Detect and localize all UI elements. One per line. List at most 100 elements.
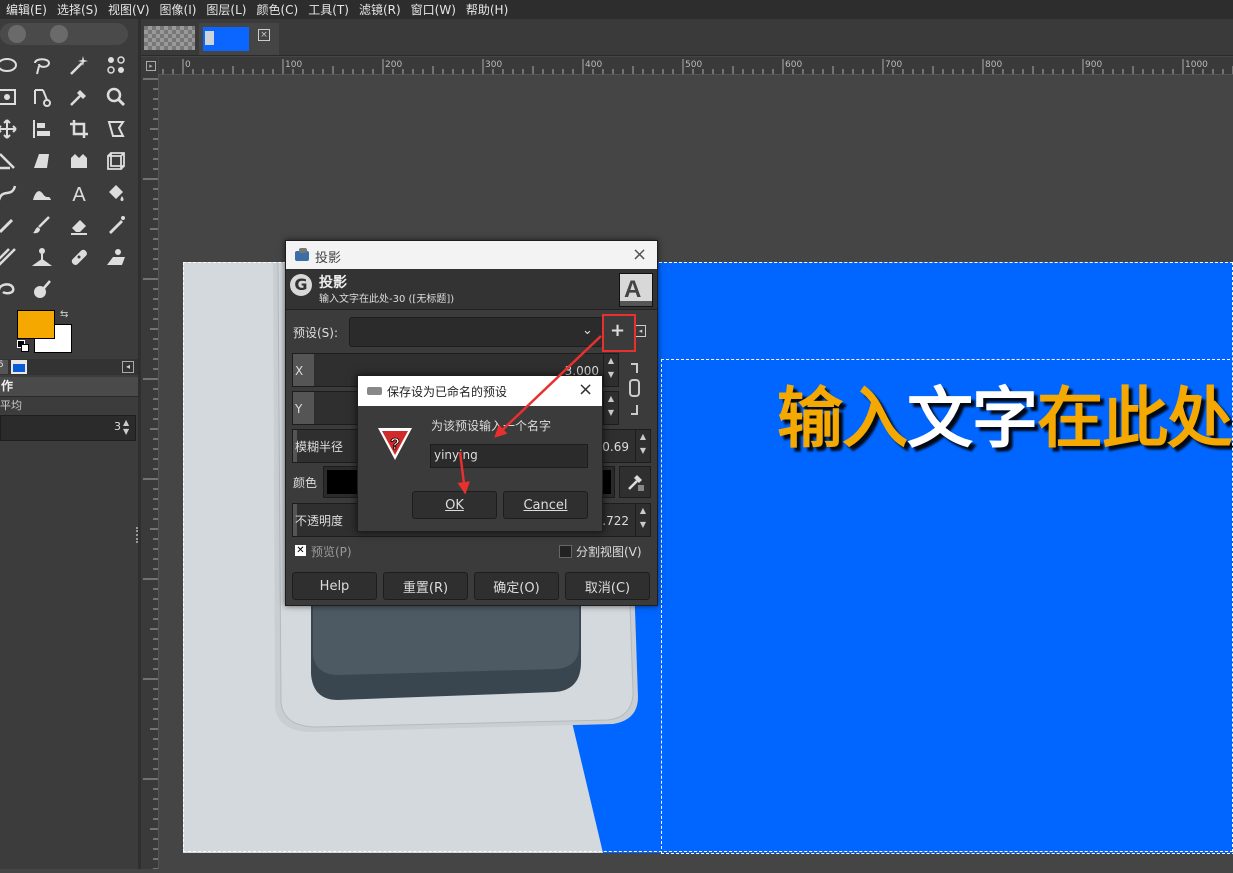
smudge-icon[interactable] [0, 276, 20, 302]
text-icon[interactable]: A [66, 180, 92, 206]
airbrush-icon[interactable] [103, 212, 129, 238]
save-dialog-prompt: 为该预设输入一个名字 [431, 419, 552, 433]
menu-tools[interactable]: 工具(T) [302, 1, 353, 18]
ink-icon[interactable] [0, 244, 20, 270]
lasso-icon[interactable] [29, 52, 55, 78]
3d-transform-icon[interactable] [103, 148, 129, 174]
pencil-icon[interactable] [0, 212, 20, 238]
dialog-titlebar[interactable]: 投影 × [286, 241, 657, 269]
default-colors-icon[interactable] [17, 340, 29, 352]
select-by-color-icon[interactable] [103, 52, 129, 78]
fg-fill [18, 311, 54, 338]
dialog-close-icon[interactable]: × [632, 244, 647, 265]
dock-tab-tool-options[interactable]: 5 [0, 360, 8, 374]
split-view-checkbox[interactable] [559, 545, 572, 558]
presets-dropdown[interactable]: ⌄ [349, 317, 603, 347]
ruler-label: 500 [685, 60, 702, 70]
preset-name-value: yinying [434, 448, 478, 462]
zoom-icon[interactable] [103, 84, 129, 110]
preset-name-input[interactable]: yinying [430, 444, 588, 468]
dodge-burn-icon[interactable] [29, 276, 55, 302]
save-dialog-close-icon[interactable]: × [578, 379, 593, 400]
menu-image[interactable]: 图像(I) [154, 1, 201, 18]
ok-button-label: 确定(O) [493, 580, 540, 596]
x-label: X [295, 364, 304, 378]
vertical-ruler[interactable] [141, 74, 159, 870]
foreground-select-icon[interactable] [0, 84, 20, 110]
horizontal-ruler[interactable]: 0 100 200 300 400 500 600 700 800 900 1000 [159, 57, 1233, 75]
y-spin-icon[interactable]: ▲ ▼ [603, 391, 619, 425]
paths-icon[interactable] [0, 180, 20, 206]
ruler-label: 900 [1085, 60, 1102, 70]
tool-options-spin-icon[interactable]: ▲ ▼ [123, 418, 129, 436]
preview-checkbox[interactable]: ✕ [295, 545, 306, 556]
opacity-label: 不透明度 [295, 514, 344, 528]
help-button[interactable]: Help [292, 572, 377, 600]
unified-transform-icon[interactable] [103, 116, 129, 142]
ruler-label: 300 [485, 60, 502, 70]
split-view-label: 分割视图(V) [576, 545, 642, 559]
clone-icon[interactable] [29, 244, 55, 270]
menu-filters[interactable]: 滤镜(R) [353, 1, 405, 18]
fuzzy-select-icon[interactable] [66, 52, 92, 78]
menu-colors[interactable]: 颜色(C) [250, 1, 302, 18]
preset-menu-icon[interactable]: ◂ [635, 325, 646, 337]
menu-help[interactable]: 帮助(H) [460, 1, 512, 18]
cancel-button[interactable]: 取消(C) [565, 572, 650, 600]
x-spin-icon[interactable]: ▲ ▼ [603, 353, 619, 387]
svg-text:?: ? [390, 436, 400, 453]
gimp-wilber-icon [295, 248, 311, 261]
smudge-wave-icon[interactable] [29, 180, 55, 206]
menu-view[interactable]: 视图(V) [102, 1, 154, 18]
gimp-wilber-icon [367, 385, 383, 396]
warp-transform-icon[interactable] [0, 148, 20, 174]
save-dialog-title: 保存设为已命名的预设 [387, 385, 508, 399]
scissors-select-icon[interactable] [29, 84, 55, 110]
color-picker-icon[interactable] [66, 84, 92, 110]
tool-options-title: 作 [0, 377, 139, 397]
dialog-header-title: 投影 [319, 275, 347, 291]
chain-link-icon[interactable] [627, 363, 641, 415]
reset-button[interactable]: 重置(R) [383, 572, 468, 600]
dock-menu-icon[interactable]: ◂ [122, 361, 134, 373]
save-dialog-titlebar[interactable]: 保存设为已命名的预设 × [358, 376, 602, 406]
color-picker-button-icon[interactable] [619, 466, 651, 498]
help-button-label: Help [319, 578, 350, 594]
menu-edit[interactable]: 编辑(E) [0, 1, 51, 18]
ruler-corner[interactable]: ▸ [141, 57, 158, 74]
image-tab-1[interactable] [144, 26, 195, 50]
save-ok-label: OK [445, 497, 464, 513]
ok-button[interactable]: 确定(O) [474, 572, 559, 600]
close-tab-icon[interactable]: × [258, 29, 270, 41]
swap-colors-icon[interactable]: ⇆ [60, 309, 68, 320]
move-icon[interactable] [0, 116, 20, 142]
opacity-spin-icon[interactable]: ▲ ▼ [635, 503, 651, 537]
align-icon[interactable] [29, 116, 55, 142]
paintbrush-icon[interactable] [29, 212, 55, 238]
chevron-down-icon: ⌄ [582, 323, 593, 338]
save-ok-button[interactable]: OK [412, 491, 497, 519]
tool-options-value-field[interactable]: 3 ▲ ▼ [0, 415, 136, 441]
perspective-icon[interactable] [29, 148, 55, 174]
menu-layer[interactable]: 图层(L) [200, 1, 250, 18]
handle-transform-icon[interactable] [66, 148, 92, 174]
layer-boundary [661, 359, 1233, 854]
toolbox-header [0, 23, 128, 45]
menu-windows[interactable]: 窗口(W) [405, 1, 460, 18]
bucket-fill-icon[interactable] [103, 180, 129, 206]
dock-tab-device-status[interactable] [11, 360, 27, 374]
ellipse-select-icon[interactable] [0, 52, 20, 78]
foreground-color-swatch[interactable] [17, 310, 55, 339]
image-tab-2-active[interactable]: × [199, 23, 279, 55]
menu-select[interactable]: 选择(S) [51, 1, 102, 18]
blur-spin-icon[interactable]: ▲ ▼ [635, 429, 651, 463]
heal-icon[interactable] [66, 244, 92, 270]
ruler-label: 1000 [1185, 60, 1208, 70]
eraser-icon[interactable] [66, 212, 92, 238]
crop-icon[interactable] [66, 116, 92, 142]
warning-icon: ? [375, 424, 415, 464]
perspective-clone-icon[interactable] [103, 244, 129, 270]
save-cancel-button[interactable]: Cancel [503, 491, 588, 519]
ruler-label: 800 [985, 60, 1002, 70]
menubar: 编辑(E) 选择(S) 视图(V) 图像(I) 图层(L) 颜色(C) 工具(T… [0, 0, 1233, 19]
